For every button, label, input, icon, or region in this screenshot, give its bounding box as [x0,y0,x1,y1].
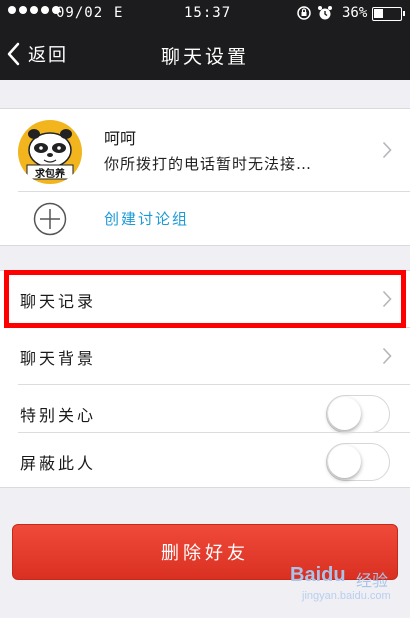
page-title: 聊天设置 [160,46,249,68]
battery-percent: 36% [342,5,368,21]
chevron-right-icon [382,347,392,365]
profile-section: 求包养 呵呵 你所拨打的电话暂时无法接… 创建讨论组 [0,108,410,246]
toggle-knob [328,397,361,430]
setting-row-chat-background[interactable]: 聊天背景 [0,328,410,384]
contact-profile-row[interactable]: 求包养 呵呵 你所拨打的电话暂时无法接… [0,109,410,191]
battery-icon [372,7,405,21]
contact-name: 呵呵 [104,129,137,148]
watermark: Baidu 经验 jingyan.baidu.com [290,560,400,610]
create-group-label: 创建讨论组 [104,210,190,228]
setting-row-block-contact: 屏蔽此人 [0,433,410,489]
avatar[interactable]: 求包养 [18,120,82,184]
block-contact-toggle[interactable] [326,443,390,481]
status-date: 09/02 [56,5,104,21]
create-group-row[interactable]: 创建讨论组 [0,192,410,247]
chevron-right-icon [382,141,392,159]
watermark-logo: Baidu [290,564,346,586]
settings-section: 聊天记录 聊天背景 特别关心 屏蔽此人 [0,270,410,488]
special-care-toggle[interactable] [326,395,390,433]
chevron-right-icon [382,290,392,308]
status-carrier: E [114,5,123,21]
plus-circle-icon [33,202,67,236]
status-time: 15:37 [184,5,232,21]
rotation-lock-icon [296,5,312,25]
contact-signature: 你所拨打的电话暂时无法接… [104,155,313,173]
avatar-text: 求包养 [35,169,65,180]
signal-icon [8,6,60,14]
setting-row-chat-history[interactable]: 聊天记录 [0,271,410,327]
setting-label: 特别关心 [20,406,97,425]
alarm-icon [317,5,333,25]
watermark-cn: 经验 [356,571,389,590]
setting-label: 聊天背景 [20,349,97,368]
toggle-knob [328,445,361,478]
status-bar: 09/02 E 15:37 36% [0,0,410,28]
watermark-url: jingyan.baidu.com [302,590,391,602]
navigation-bar: 返回 聊天设置 [0,28,410,80]
setting-label: 聊天记录 [20,292,97,311]
setting-label: 屏蔽此人 [20,454,97,473]
